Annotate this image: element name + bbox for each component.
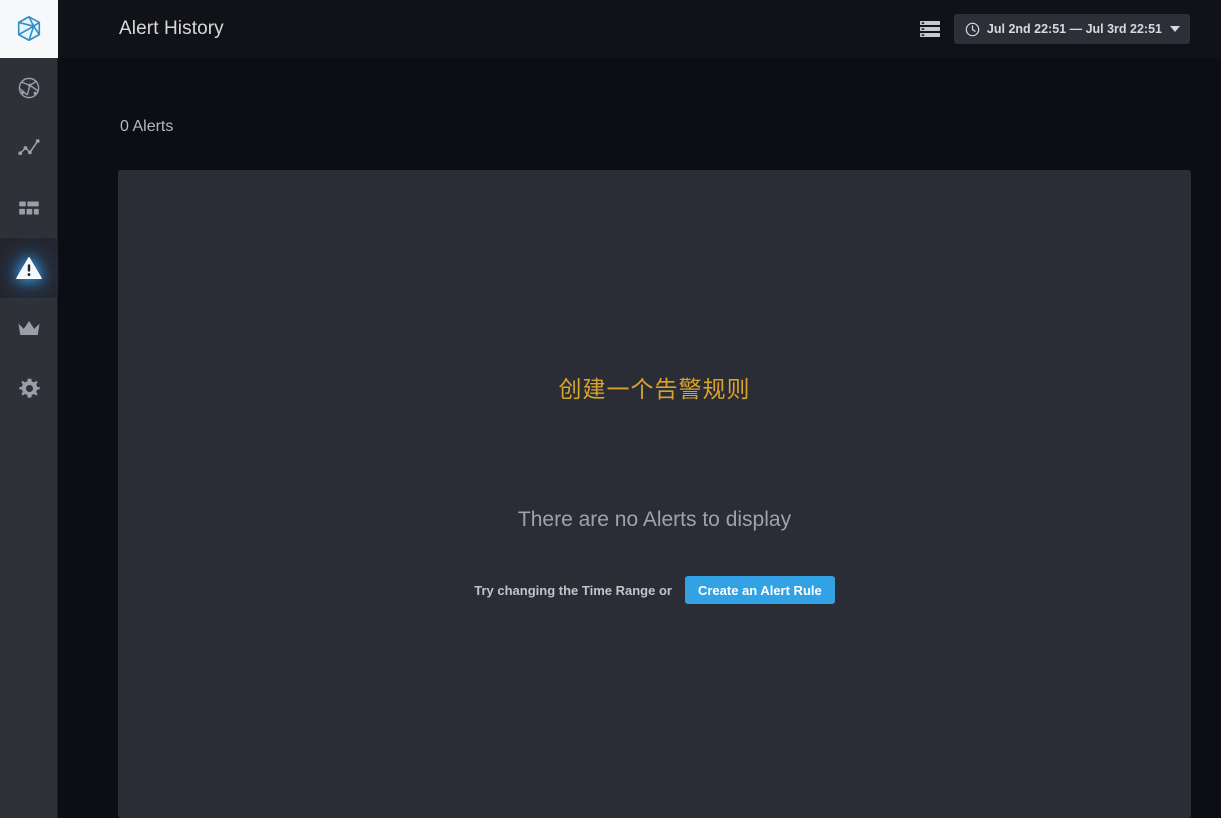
time-range-label: Jul 2nd 22:51 — Jul 3rd 22:51 <box>987 22 1162 36</box>
sidebar <box>0 0 58 818</box>
clock-icon <box>965 22 980 37</box>
page-title: Alert History <box>119 18 224 40</box>
line-chart-icon <box>15 134 43 162</box>
alert-list-panel: 创建一个告警规则 There are no Alerts to display … <box>118 170 1191 818</box>
crown-icon <box>15 314 43 342</box>
create-alert-rule-button[interactable]: Create an Alert Rule <box>685 576 835 604</box>
grafana-logo-icon <box>14 14 44 44</box>
chevron-down-icon <box>1170 26 1180 32</box>
sidebar-item-dashboards[interactable] <box>0 178 58 238</box>
alerts-count-label: 0 Alerts <box>120 118 173 136</box>
sidebar-item-search-dashboards[interactable] <box>0 58 58 118</box>
top-navbar: Alert History <box>58 0 1221 58</box>
grid-squares-icon <box>16 195 42 221</box>
globe-mesh-icon <box>15 74 43 102</box>
empty-state-hint: Try changing the Time Range or <box>474 583 672 598</box>
sidebar-item-plugins[interactable] <box>0 298 58 358</box>
sidebar-item-configuration[interactable] <box>0 358 58 418</box>
empty-state-actions: Try changing the Time Range or Create an… <box>118 576 1191 604</box>
sidebar-item-explore[interactable] <box>0 118 58 178</box>
navbar-actions: Jul 2nd 22:51 — Jul 3rd 22:51 <box>917 14 1221 44</box>
gear-icon <box>16 375 43 402</box>
sidebar-item-alerting[interactable] <box>0 238 58 298</box>
create-alert-rule-banner: 创建一个告警规则 <box>118 370 1191 404</box>
empty-state-title: There are no Alerts to display <box>118 508 1191 532</box>
alert-history-content: 0 Alerts 创建一个告警规则 There are no Alerts to… <box>58 58 1221 818</box>
list-view-button[interactable] <box>917 16 943 42</box>
sidebar-logo[interactable] <box>0 0 58 58</box>
app-root: Alert History <box>0 0 1221 818</box>
empty-state: 创建一个告警规则 There are no Alerts to display … <box>118 170 1191 818</box>
alert-triangle-icon <box>14 253 44 283</box>
page-body: 0 Alerts 创建一个告警规则 There are no Alerts to… <box>58 58 1221 818</box>
time-range-picker[interactable]: Jul 2nd 22:51 — Jul 3rd 22:51 <box>954 14 1190 44</box>
list-rows-icon <box>919 19 941 39</box>
